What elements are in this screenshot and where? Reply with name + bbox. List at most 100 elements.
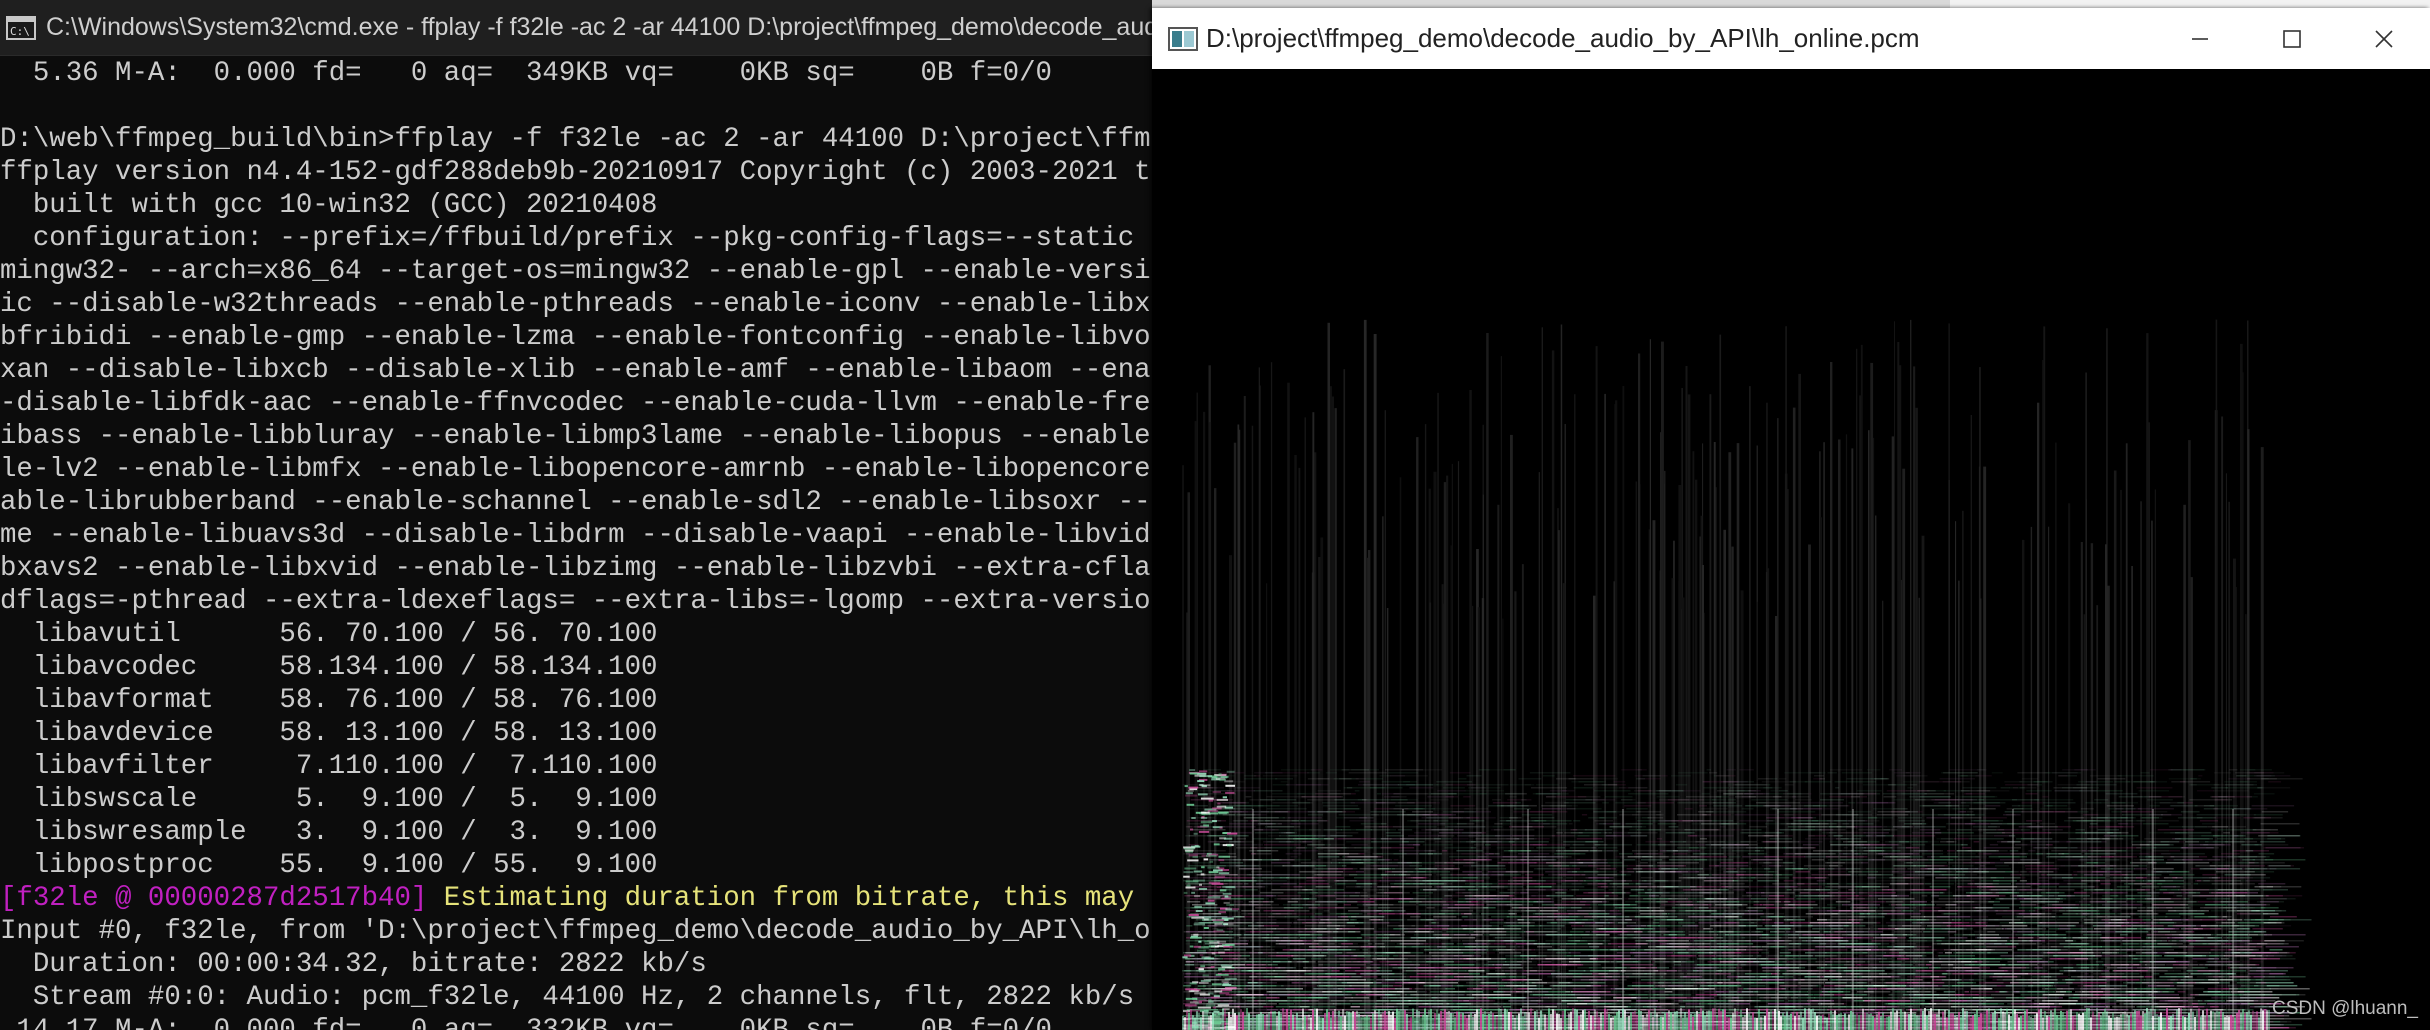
spectrogram-band [2190,784,2197,786]
spectrogram-streak [1214,488,1217,1030]
spectrogram-band [1873,808,1907,810]
spectrogram-band [1960,802,1983,804]
spectrogram-band [2075,829,2085,831]
minimize-button[interactable] [2154,8,2246,69]
console-line-config: le-lv2 --enable-libmfx --enable-libopenc… [0,454,1152,485]
spectrogram-band [1491,916,1510,918]
spectrogram-band [1804,805,1827,807]
spectrogram-band [1413,934,1443,936]
spectrogram-band [2149,805,2160,807]
spectrogram-band [2114,961,2127,963]
ffplay-title-bar[interactable]: D:\project\ffmpeg_demo\decode_audio_by_A… [1152,8,2430,69]
spectrogram-band [2101,958,2143,960]
spectrogram-band [1933,814,1970,816]
spectrogram-band [1444,868,1460,870]
spectrogram-band [1578,781,1604,783]
spectrogram-band [1548,865,1577,867]
spectrogram-band [2144,796,2161,798]
spectrogram-band [1208,835,1226,837]
spectrogram-band [1886,790,1930,792]
spectrogram-band [1624,832,1658,834]
spectrogram-band [1335,826,1351,828]
spectrogram-band [2183,802,2193,804]
maximize-button[interactable] [2246,8,2338,69]
console-line-config: ic --disable-w32threads --enable-pthread… [0,289,1152,320]
spectrogram-band [1571,883,1582,885]
spectrogram-band [1518,907,1558,909]
spectrogram-band [2073,892,2108,894]
spectrogram-band [2061,907,2079,909]
spectrogram-band [1362,949,1369,951]
spectrogram-band [1784,868,1808,870]
spectrogram-band [1281,955,1294,957]
spectrogram-band [1546,895,1574,897]
spectrogram-band [2220,955,2263,957]
spectrogram-band [1461,817,1479,819]
spectrogram-band [1575,865,1593,867]
spectrogram-band [1922,928,1961,930]
spectrogram-band [1486,841,1502,843]
spectrogram-band [1668,934,1677,936]
spectrogram-band [1945,907,1978,909]
spectrogram-band [1614,967,1627,969]
spectrogram-band [1682,841,1708,843]
spectrogram-band [1894,946,1915,948]
spectrogram-band [1444,841,1451,843]
cmd-window[interactable]: C:\ C:\Windows\System32\cmd.exe - ffplay… [0,0,1152,1030]
spectrogram-band [1561,892,1567,894]
spectrogram-band [1538,952,1560,954]
spectrogram-band [2189,799,2233,801]
spectrogram-band [1805,823,1849,825]
spectrogram-display[interactable]: CSDN @lhuann_ [1152,69,2430,1030]
spectrogram-band [1638,928,1653,930]
cmd-title-bar[interactable]: C:\ C:\Windows\System32\cmd.exe - ffplay… [0,0,1152,56]
spectrogram-band [1369,919,1384,921]
spectrogram-band [1958,943,1972,945]
close-button[interactable] [2338,8,2430,69]
spectrogram-band [1227,925,1244,927]
spectrogram-band [2248,772,2274,774]
spectrogram-band [1957,775,1980,777]
spectrogram-band [2243,919,2262,921]
spectrogram-band [1330,835,1353,837]
spectrogram-band [1949,769,1987,771]
spectrogram-band [2026,898,2067,900]
spectrogram-band [1499,952,1522,954]
spectrogram-band [2085,952,2127,954]
spectrogram-band [1719,958,1731,960]
spectrogram-band [1286,943,1319,945]
spectrogram-band [1619,853,1633,855]
spectrogram-band [2038,949,2054,951]
spectrogram-band [1816,880,1826,882]
spectrogram-band [1509,817,1522,819]
spectrogram-band [2260,901,2279,903]
spectrogram-band [1409,787,1434,789]
spectrogram-band [1422,814,1456,816]
console-output[interactable]: 5.36 M-A: 0.000 fd= 0 aq= 349KB vq= 0KB … [0,56,1152,1030]
spectrogram-streak [1661,341,1664,1030]
spectrogram-band [1970,820,1999,822]
spectrogram-band [1563,841,1604,843]
spectrogram-band [1828,832,1837,834]
spectrogram-band [1621,964,1654,966]
spectrogram-band [1406,784,1439,786]
spectrogram-band [1660,895,1704,897]
spectrogram-band [2040,808,2071,810]
spectrogram-band [1467,784,1509,786]
spectrogram-band [1784,886,1791,888]
spectrogram-band [1544,928,1561,930]
spectrogram-band [1339,928,1360,930]
spectrogram-band [1715,925,1722,927]
spectrogram-band [2056,919,2082,921]
spectrogram-band [1838,793,1865,795]
ffplay-window[interactable]: D:\project\ffmpeg_demo\decode_audio_by_A… [1152,8,2430,1030]
spectrogram-band [1351,916,1384,918]
spectrogram-band [1638,778,1661,780]
spectrogram-band [1890,919,1930,921]
spectrogram-band [2156,940,2167,942]
spectrogram-streak [1541,327,1543,1030]
spectrogram-band [1991,772,2003,774]
spectrogram-band [1974,946,2008,948]
spectrogram-band [1386,775,1428,777]
spectrogram-streak [1983,466,1987,1030]
